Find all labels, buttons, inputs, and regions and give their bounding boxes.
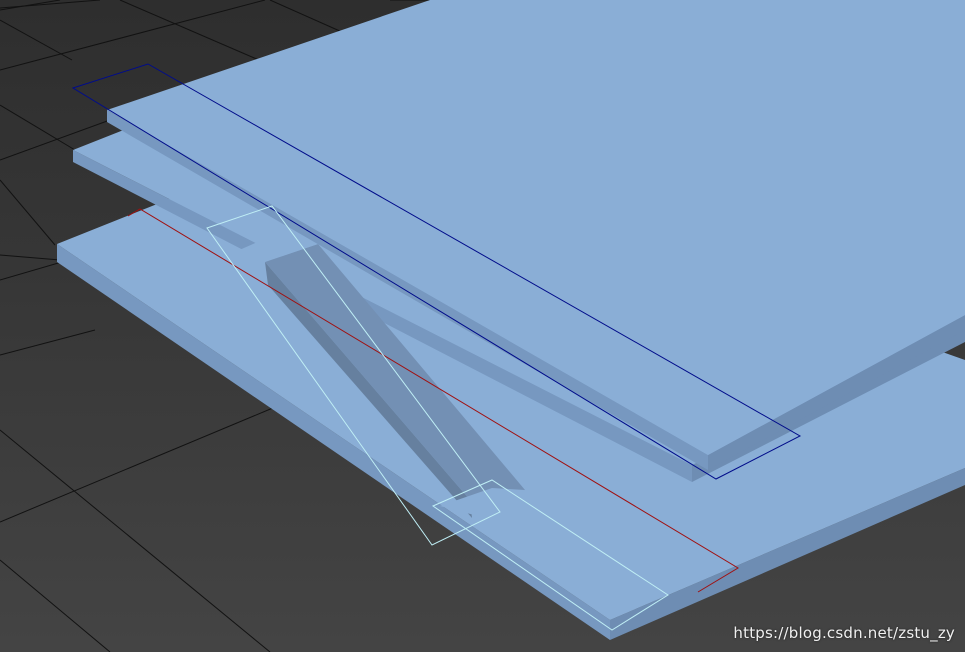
scene-canvas[interactable]: [0, 0, 965, 652]
3d-viewport[interactable]: https://blog.csdn.net/zstu_zy: [0, 0, 965, 652]
watermark-text: https://blog.csdn.net/zstu_zy: [733, 624, 955, 642]
